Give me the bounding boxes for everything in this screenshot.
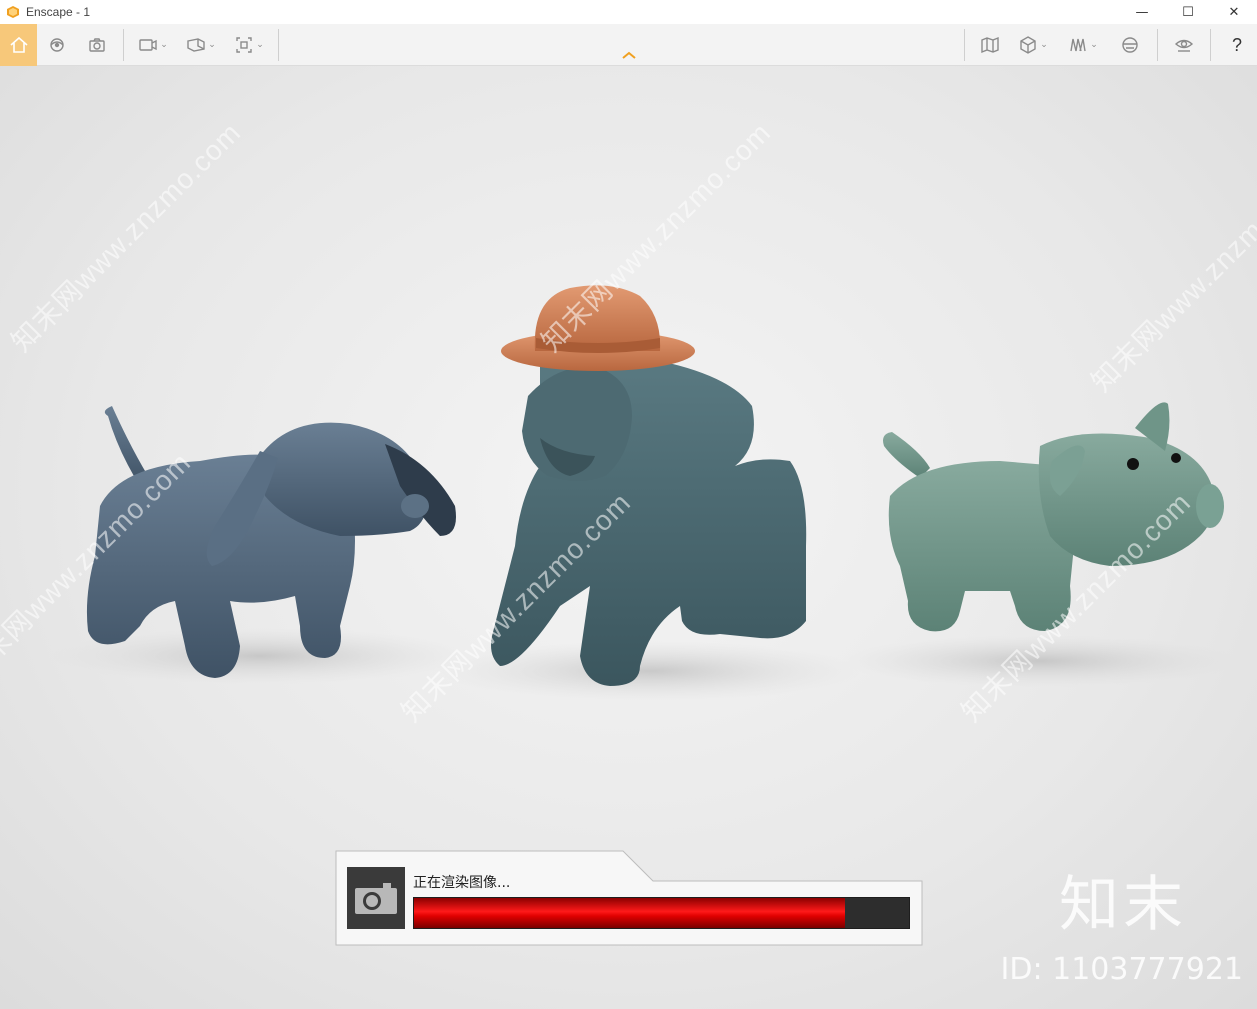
brand-logo-text: 知末 [1059,870,1187,940]
window-title: Enscape - 1 [26,5,91,19]
chevron-down-icon: ⌄ [1090,40,1098,50]
asset-library-icon [1070,38,1086,52]
toolbar-divider [123,28,124,61]
image-id-text: ID: 1103777921 [1000,952,1243,987]
toolbar-divider [1157,29,1158,61]
enscape-logo-icon [7,6,19,18]
video-editor-icon [139,38,157,51]
home-icon [9,36,28,53]
help-button[interactable]: ? [1217,24,1257,66]
screenshot-button[interactable] [77,24,117,66]
render-progress-fill [414,898,845,928]
orbit-button[interactable] [37,24,77,66]
map-icon [981,36,999,54]
video-editor-button[interactable]: ⌄ [130,24,176,66]
home-button[interactable] [0,23,37,66]
orbit-icon [50,37,64,52]
toolbar-right-group: ⌄ ⌄ ? [958,24,1257,66]
render-progress-bar [413,897,910,929]
window-controls: — ☐ ✕ [1119,0,1257,24]
camera-icon [355,883,397,914]
view-mode-button[interactable]: ⌄ [1009,24,1057,66]
render-status-label: 正在渲染图像... [413,875,511,891]
cube-icon [1020,36,1036,54]
visual-settings-button[interactable] [1164,24,1204,66]
map-button[interactable] [971,24,1009,66]
chevron-down-icon: ⌄ [160,39,168,50]
camera-icon-box [347,867,405,929]
plush-gorilla [491,285,807,686]
panorama-button[interactable]: ⌄ [176,24,226,66]
close-button[interactable]: ✕ [1211,0,1257,24]
panorama-icon [187,37,205,52]
screenshot-icon [89,37,105,52]
maximize-button[interactable]: ☐ [1165,0,1211,24]
asset-library-button[interactable]: ⌄ [1057,24,1109,66]
minimize-button[interactable]: — [1119,0,1165,24]
render-progress-panel: 正在渲染图像... [335,850,923,946]
vr-headset-icon [1122,37,1138,53]
batch-render-icon [236,36,252,53]
chevron-down-icon: ⌄ [208,39,216,50]
toolbar-divider [1210,29,1211,61]
chevron-down-icon: ⌄ [256,39,264,50]
toolbar-divider [278,28,279,61]
chevron-down-icon: ⌄ [1040,40,1048,50]
visual-settings-icon [1174,39,1194,52]
vr-headset-button[interactable] [1109,24,1151,66]
toolbar-divider [964,29,965,61]
title-bar: Enscape - 1 — ☐ ✕ [0,0,1257,24]
batch-render-button[interactable]: ⌄ [226,24,272,66]
collapse-toolbar-icon[interactable] [620,49,638,61]
